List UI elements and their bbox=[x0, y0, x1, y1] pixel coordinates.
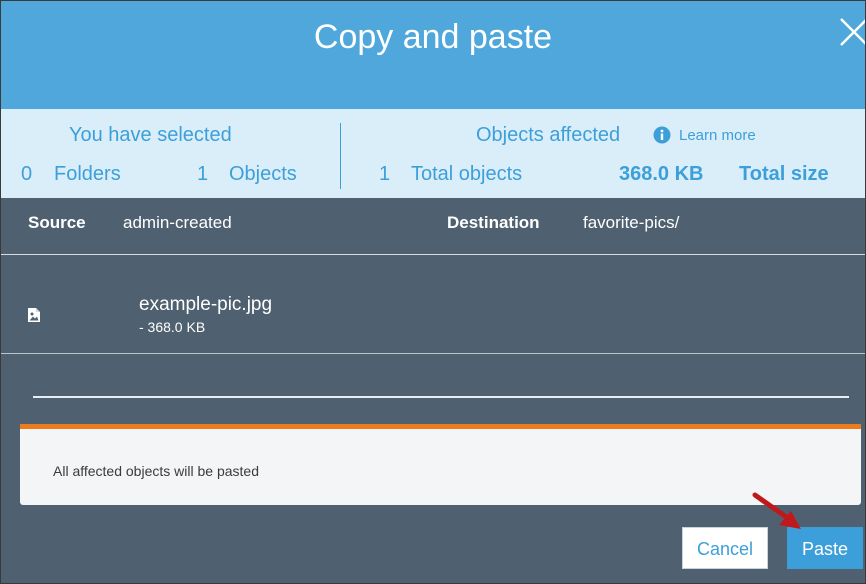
total-objects-count: 1 bbox=[379, 163, 391, 185]
file-name: example-pic.jpg bbox=[139, 294, 273, 315]
destination-label: Destination bbox=[447, 213, 540, 232]
selection-summary: You have selected 0 Folders 1 Objects Ob… bbox=[1, 109, 865, 198]
file-size: - 368.0 KB bbox=[139, 319, 206, 335]
list-end-divider bbox=[33, 396, 849, 398]
info-icon[interactable] bbox=[653, 126, 671, 144]
dialog-title: Copy and paste bbox=[313, 18, 553, 56]
list-item: example-pic.jpg - 368.0 KB bbox=[1, 255, 865, 354]
source-label: Source bbox=[28, 213, 86, 232]
selected-heading: You have selected bbox=[69, 124, 232, 146]
folders-label: Folders bbox=[54, 163, 121, 185]
objects-label: Objects bbox=[229, 163, 297, 185]
close-icon[interactable] bbox=[837, 9, 866, 55]
objects-count: 1 bbox=[197, 163, 209, 185]
learn-more-link[interactable]: Learn more bbox=[679, 127, 756, 145]
folders-count: 0 bbox=[21, 163, 33, 185]
destination-value: favorite-pics/ bbox=[583, 213, 680, 232]
source-destination-bar: Source admin-created Destination favorit… bbox=[1, 198, 865, 255]
notice-panel: All affected objects will be pasted bbox=[20, 424, 861, 505]
copy-paste-dialog: Copy and paste You have selected 0 Folde… bbox=[0, 0, 866, 584]
image-file-icon bbox=[28, 308, 40, 322]
summary-divider bbox=[340, 123, 341, 189]
notice-text: All affected objects will be pasted bbox=[53, 463, 259, 479]
affected-heading: Objects affected bbox=[476, 124, 621, 146]
total-size-value: 368.0 KB bbox=[619, 163, 704, 185]
source-value: admin-created bbox=[123, 213, 232, 232]
arrow-annotation-icon bbox=[752, 492, 801, 529]
total-size-label: Total size bbox=[739, 163, 829, 185]
dialog-header: Copy and paste bbox=[1, 1, 865, 109]
total-objects-label: Total objects bbox=[411, 163, 523, 185]
